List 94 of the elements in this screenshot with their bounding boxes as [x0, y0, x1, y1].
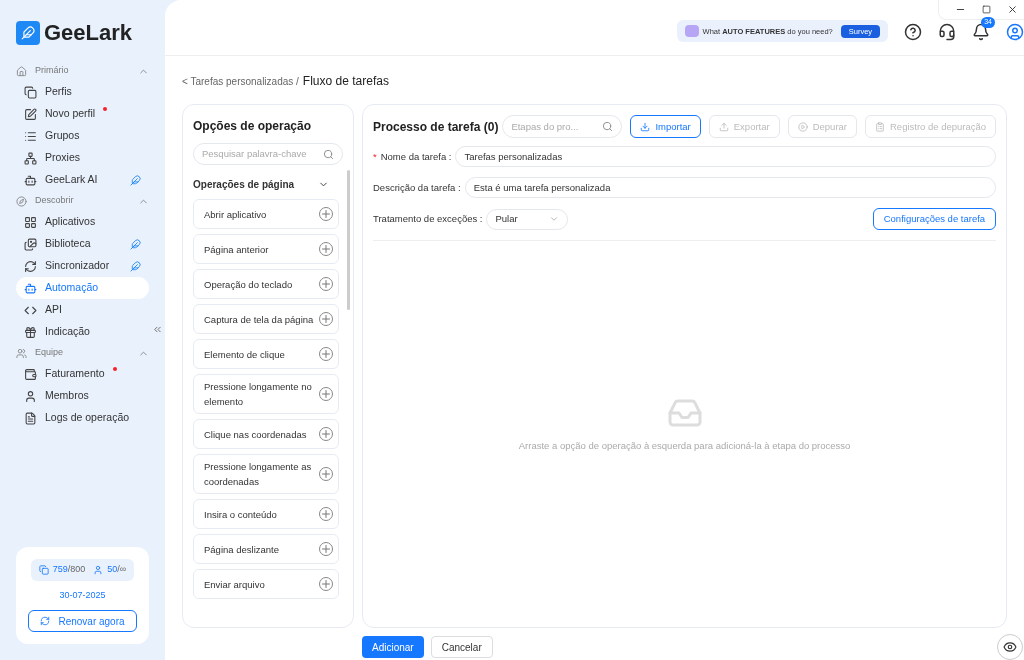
sidebar-item[interactable]: Membros [16, 385, 149, 407]
field-label: Nome da tarefa : [380, 149, 452, 164]
nav-icon [24, 325, 37, 339]
section-icon [16, 347, 27, 359]
sidebar-item[interactable]: API [16, 299, 149, 321]
close-icon[interactable] [1007, 4, 1019, 15]
nav-label: Perfis [45, 84, 72, 100]
nav-icon [24, 151, 37, 165]
operation-item[interactable]: Pressione longamente no elemento [193, 374, 339, 415]
sidebar-item[interactable]: Logs de operação [16, 407, 149, 429]
task-settings-button[interactable]: Configurações de tarefa [872, 208, 997, 231]
logo-text: GeeLark [44, 19, 133, 47]
renew-button[interactable]: Renovar agora [28, 610, 137, 632]
sidebar-item[interactable]: Sincronizador [16, 255, 149, 277]
sidebar-item[interactable]: GeeLark AI [16, 169, 149, 191]
nav-label: Aplicativos [45, 214, 96, 230]
sidebar-item[interactable]: Biblioteca [16, 233, 149, 255]
nav-label: API [45, 302, 62, 318]
page-title: Fluxo de tarefas [302, 73, 389, 91]
nav-icon [24, 367, 37, 381]
operation-item[interactable]: Enviar arquivo [193, 569, 339, 600]
sidebar-item[interactable]: Automação [16, 277, 149, 299]
sidebar-item[interactable]: Proxies [16, 147, 149, 169]
panel-title: Opções de operação [193, 118, 313, 136]
search-icon [602, 121, 614, 133]
nav-label: Proxies [45, 150, 80, 166]
logo-icon [16, 20, 40, 45]
nav-label: Logs de operação [45, 410, 130, 426]
collapse-sidebar-icon[interactable] [152, 324, 163, 335]
profile-quota: 759/800 [52, 563, 86, 576]
required-mark: * [373, 149, 377, 164]
nav-icon [24, 129, 37, 143]
field-label: Descrição da tarefa : [373, 180, 461, 195]
sidebar-item[interactable]: Grupos [16, 125, 149, 147]
field-label: Tratamento de exceções : [373, 212, 483, 227]
operation-item[interactable]: Captura de tela da página [193, 304, 339, 335]
maximize-icon[interactable] [982, 5, 992, 14]
section-icon [16, 65, 27, 77]
sidebar-item[interactable]: Faturamento [16, 363, 149, 385]
nav-label: Biblioteca [45, 236, 91, 252]
sidebar-item[interactable]: Perfis [16, 81, 149, 103]
toolbar-button[interactable]: Importar [630, 115, 701, 139]
sidebar-item[interactable]: Novo perfil [16, 103, 149, 125]
nav-icon [24, 107, 37, 121]
refresh-icon [40, 616, 51, 626]
nav-icon [24, 237, 37, 251]
group-header[interactable]: Operações de página [193, 177, 343, 193]
nav-icon [24, 411, 37, 425]
help-icon[interactable] [904, 23, 923, 42]
nav-label: Sincronizador [45, 258, 110, 274]
member-icon [93, 564, 104, 575]
sidebar-item[interactable]: Indicação [16, 321, 149, 343]
nav-icon [24, 173, 37, 187]
profile-icon [38, 564, 49, 575]
toolbar-icon [640, 121, 651, 132]
panel-title: Processo de tarefa (0) [373, 118, 499, 136]
nav-label: Membros [45, 388, 89, 404]
empty-message: Arraste a opção de operação à esquerda para adicioná-la à etapa do processo [518, 439, 851, 454]
operation-item[interactable]: Operação do teclado [193, 269, 339, 300]
footer-button[interactable]: Cancelar [430, 636, 493, 658]
breadcrumb-link[interactable]: < Tarefas personalizadas / [182, 74, 299, 90]
account-icon[interactable] [1006, 23, 1024, 42]
nav-label: GeeLark AI [45, 172, 98, 188]
operation-item[interactable]: Abrir aplicativo [193, 199, 339, 230]
nav-label: Automação [45, 280, 99, 296]
nav-label: Indicação [45, 324, 90, 340]
expiry-date: 30-07-2025 [59, 588, 106, 602]
member-quota: 50/∞ [107, 563, 127, 576]
sidebar-item[interactable]: Aplicativos [16, 211, 149, 233]
toolbar-icon [875, 121, 885, 132]
toolbar-icon [797, 121, 808, 132]
notification-icon[interactable] [972, 23, 991, 42]
section-icon [16, 195, 27, 207]
operation-item[interactable]: Pressione longamente as coordenadas [193, 454, 339, 495]
operation-item[interactable]: Página anterior [193, 234, 339, 265]
operation-item[interactable]: Página deslizante [193, 534, 339, 565]
nav-icon [24, 389, 37, 403]
nav-icon [24, 259, 37, 273]
nav-icon [24, 215, 37, 229]
section-title: Primário [35, 64, 69, 78]
section-title: Descobrir [35, 194, 74, 208]
operation-item[interactable]: Elemento de clique [193, 339, 339, 370]
operation-item[interactable]: Clique nas coordenadas [193, 419, 339, 450]
footer-button[interactable]: Adicionar [362, 636, 424, 658]
support-icon[interactable] [938, 23, 957, 42]
operation-item[interactable]: Insira o conteúdo [193, 499, 339, 530]
nav-label: Novo perfil [45, 106, 96, 122]
nav-icon [24, 281, 37, 295]
nav-label: Faturamento [45, 366, 105, 382]
toolbar-icon [718, 121, 729, 132]
nav-label: Grupos [45, 128, 80, 144]
nav-icon [24, 85, 37, 99]
section-title: Equipe [35, 346, 64, 360]
search-icon [323, 148, 334, 160]
